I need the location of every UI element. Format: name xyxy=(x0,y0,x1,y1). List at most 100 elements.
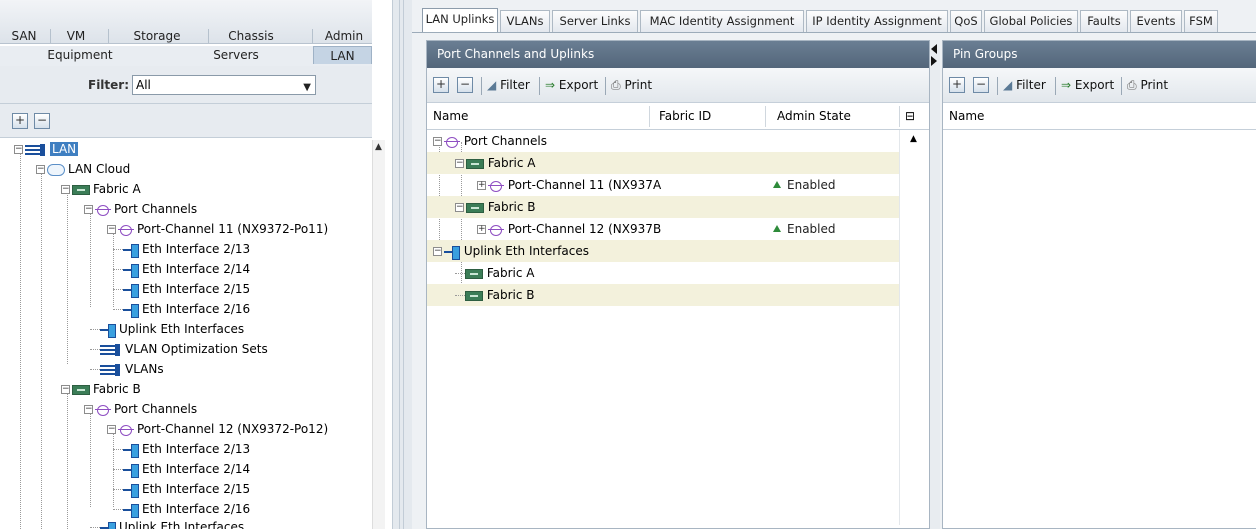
panel-title: Pin Groups xyxy=(943,41,1256,68)
port-channel-icon xyxy=(118,424,134,436)
tree-node-uplink-eth-interfaces[interactable]: Uplink Eth Interfaces xyxy=(90,518,244,529)
tree-node-eth-interface[interactable]: Eth Interface 2/14 xyxy=(113,260,250,279)
export-button[interactable]: ⇒ Export xyxy=(1061,78,1114,92)
tab-qos[interactable]: QoS xyxy=(950,10,982,32)
tree-node-eth-interface[interactable]: Eth Interface 2/13 xyxy=(113,440,250,459)
nav-tab-storage[interactable]: Storage xyxy=(122,27,192,45)
table-row[interactable]: − Uplink Eth Interfaces xyxy=(427,240,899,262)
row-name-cell: + Port-Channel 12 (NX9372-Po12) xyxy=(477,222,653,236)
expand-icon[interactable]: + xyxy=(477,225,486,234)
tree-node-lan-cloud[interactable]: − LAN Cloud xyxy=(36,160,130,179)
column-divider xyxy=(765,106,766,127)
expand-icon[interactable]: + xyxy=(477,181,486,190)
collapse-icon[interactable]: − xyxy=(61,385,70,394)
table-row[interactable]: Fabric B xyxy=(427,284,899,306)
scroll-up-icon[interactable]: ▲ xyxy=(910,134,917,144)
table-row[interactable]: − Fabric A xyxy=(427,152,899,174)
nav-tab-lan[interactable]: LAN xyxy=(313,46,372,64)
row-name-cell: + Port-Channel 11 (NX9372-Po11) xyxy=(477,178,653,192)
tab-mac-identity-assignment[interactable]: MAC Identity Assignment xyxy=(640,10,804,32)
tree-node-port-channel-11[interactable]: − Port-Channel 11 (NX9372-Po11) xyxy=(107,220,328,239)
export-button[interactable]: ⇒ Export xyxy=(545,78,598,92)
column-chooser-icon[interactable]: ⊟ xyxy=(901,103,929,130)
collapse-icon[interactable]: − xyxy=(84,205,93,214)
eth-interface-icon xyxy=(123,283,139,298)
tab-global-policies[interactable]: Global Policies xyxy=(984,10,1078,32)
tree-node-port-channels[interactable]: − Port Channels xyxy=(84,400,197,419)
tree-node-vlans[interactable]: VLANs xyxy=(90,360,164,379)
nav-tab-chassis[interactable]: Chassis xyxy=(216,27,286,45)
column-name[interactable]: Name xyxy=(427,103,649,130)
lan-tree: − LAN − LAN Cloud − Fabric A − Port Channels… xyxy=(0,140,372,529)
tab-events[interactable]: Events xyxy=(1130,10,1182,32)
table-row[interactable]: + Port-Channel 12 (NX9372-Po12) B Enable… xyxy=(427,218,899,240)
tree-node-port-channels[interactable]: − Port Channels xyxy=(84,200,197,219)
collapse-icon[interactable]: − xyxy=(36,165,45,174)
tree-node-lan[interactable]: − LAN xyxy=(14,140,79,159)
print-button[interactable]: ⎙ Print xyxy=(611,78,652,93)
column-name[interactable]: Name xyxy=(943,103,1243,130)
tree-node-fabric-a[interactable]: − Fabric A xyxy=(61,180,141,199)
collapse-icon[interactable]: − xyxy=(455,203,464,212)
tree-node-eth-interface[interactable]: Eth Interface 2/15 xyxy=(113,480,250,499)
collapse-icon[interactable]: − xyxy=(61,185,70,194)
nav-tab-vm[interactable]: VM xyxy=(56,27,96,45)
port-channels-uplinks-panel: Port Channels and Uplinks + − ◢ Filter ⇒… xyxy=(426,40,930,529)
tree-node-eth-interface[interactable]: Eth Interface 2/16 xyxy=(113,500,250,519)
navigation-pane: SAN VM Storage Chassis Admin Equipment S… xyxy=(0,0,399,529)
filter-button[interactable]: ◢ Filter xyxy=(487,78,530,92)
tree-node-eth-interface[interactable]: Eth Interface 2/16 xyxy=(113,300,250,319)
tree-node-uplink-eth-interfaces[interactable]: Uplink Eth Interfaces xyxy=(90,320,244,339)
collapse-all-icon[interactable]: − xyxy=(34,113,50,129)
nav-tab-servers[interactable]: Servers xyxy=(196,46,276,64)
filter-icon: ◢ xyxy=(1003,78,1013,92)
scroll-up-icon[interactable]: ▲ xyxy=(375,142,382,152)
tree-node-eth-interface[interactable]: Eth Interface 2/13 xyxy=(113,240,250,259)
tree-scrollbar[interactable]: ▲ xyxy=(372,140,385,529)
tab-ip-identity-assignment[interactable]: IP Identity Assignment xyxy=(806,10,948,32)
tree-node-eth-interface[interactable]: Eth Interface 2/15 xyxy=(113,280,250,299)
print-button[interactable]: ⎙ Print xyxy=(1127,78,1168,93)
filter-dropdown[interactable]: All ▼ xyxy=(132,75,316,95)
nav-tab-admin[interactable]: Admin xyxy=(318,27,370,45)
collapse-left-icon[interactable] xyxy=(931,44,937,54)
collapse-icon[interactable]: − xyxy=(107,425,116,434)
tab-divider xyxy=(412,32,1256,33)
column-admin-state[interactable]: Admin State xyxy=(771,103,895,130)
remove-icon[interactable]: − xyxy=(457,77,473,93)
expand-all-icon[interactable]: + xyxy=(12,113,28,129)
tree-node-vlan-optimization-sets[interactable]: VLAN Optimization Sets xyxy=(90,340,268,359)
tab-fsm[interactable]: FSM xyxy=(1184,10,1218,32)
column-fabric-id[interactable]: Fabric ID xyxy=(653,103,765,130)
table-scrollbar[interactable]: ▲ xyxy=(899,130,929,525)
pane-splitter[interactable] xyxy=(392,0,412,529)
tree-node-fabric-b[interactable]: − Fabric B xyxy=(61,380,141,399)
table-row[interactable]: Fabric A xyxy=(427,262,899,284)
collapse-icon[interactable]: − xyxy=(433,247,442,256)
tab-faults[interactable]: Faults xyxy=(1080,10,1128,32)
add-icon[interactable]: + xyxy=(949,77,965,93)
nav-tab-san[interactable]: SAN xyxy=(4,27,44,45)
nav-tab-equipment[interactable]: Equipment xyxy=(30,46,130,64)
splitter-line xyxy=(403,0,404,529)
tree-node-eth-interface[interactable]: Eth Interface 2/14 xyxy=(113,460,250,479)
tab-server-links[interactable]: Server Links xyxy=(552,10,638,32)
fabric-id-cell: B xyxy=(653,222,662,236)
collapse-icon[interactable]: − xyxy=(14,145,23,154)
tab-lan-uplinks[interactable]: LAN Uplinks xyxy=(422,8,498,32)
collapse-icon[interactable]: − xyxy=(455,159,464,168)
table-row[interactable]: + Port-Channel 11 (NX9372-Po11) A Enable… xyxy=(427,174,899,196)
table-row[interactable]: − Fabric B xyxy=(427,196,899,218)
panel-splitter[interactable] xyxy=(930,40,940,529)
add-icon[interactable]: + xyxy=(433,77,449,93)
collapse-right-icon[interactable] xyxy=(931,56,937,66)
collapse-icon[interactable]: − xyxy=(107,225,116,234)
tree-node-port-channel-12[interactable]: − Port-Channel 12 (NX9372-Po12) xyxy=(107,420,328,439)
remove-icon[interactable]: − xyxy=(973,77,989,93)
table-row[interactable]: − Port Channels xyxy=(427,130,899,152)
collapse-icon[interactable]: − xyxy=(84,405,93,414)
filter-bar: Filter: All ▼ xyxy=(0,66,372,104)
collapse-icon[interactable]: − xyxy=(433,137,442,146)
filter-button[interactable]: ◢ Filter xyxy=(1003,78,1046,92)
tab-vlans[interactable]: VLANs xyxy=(500,10,550,32)
